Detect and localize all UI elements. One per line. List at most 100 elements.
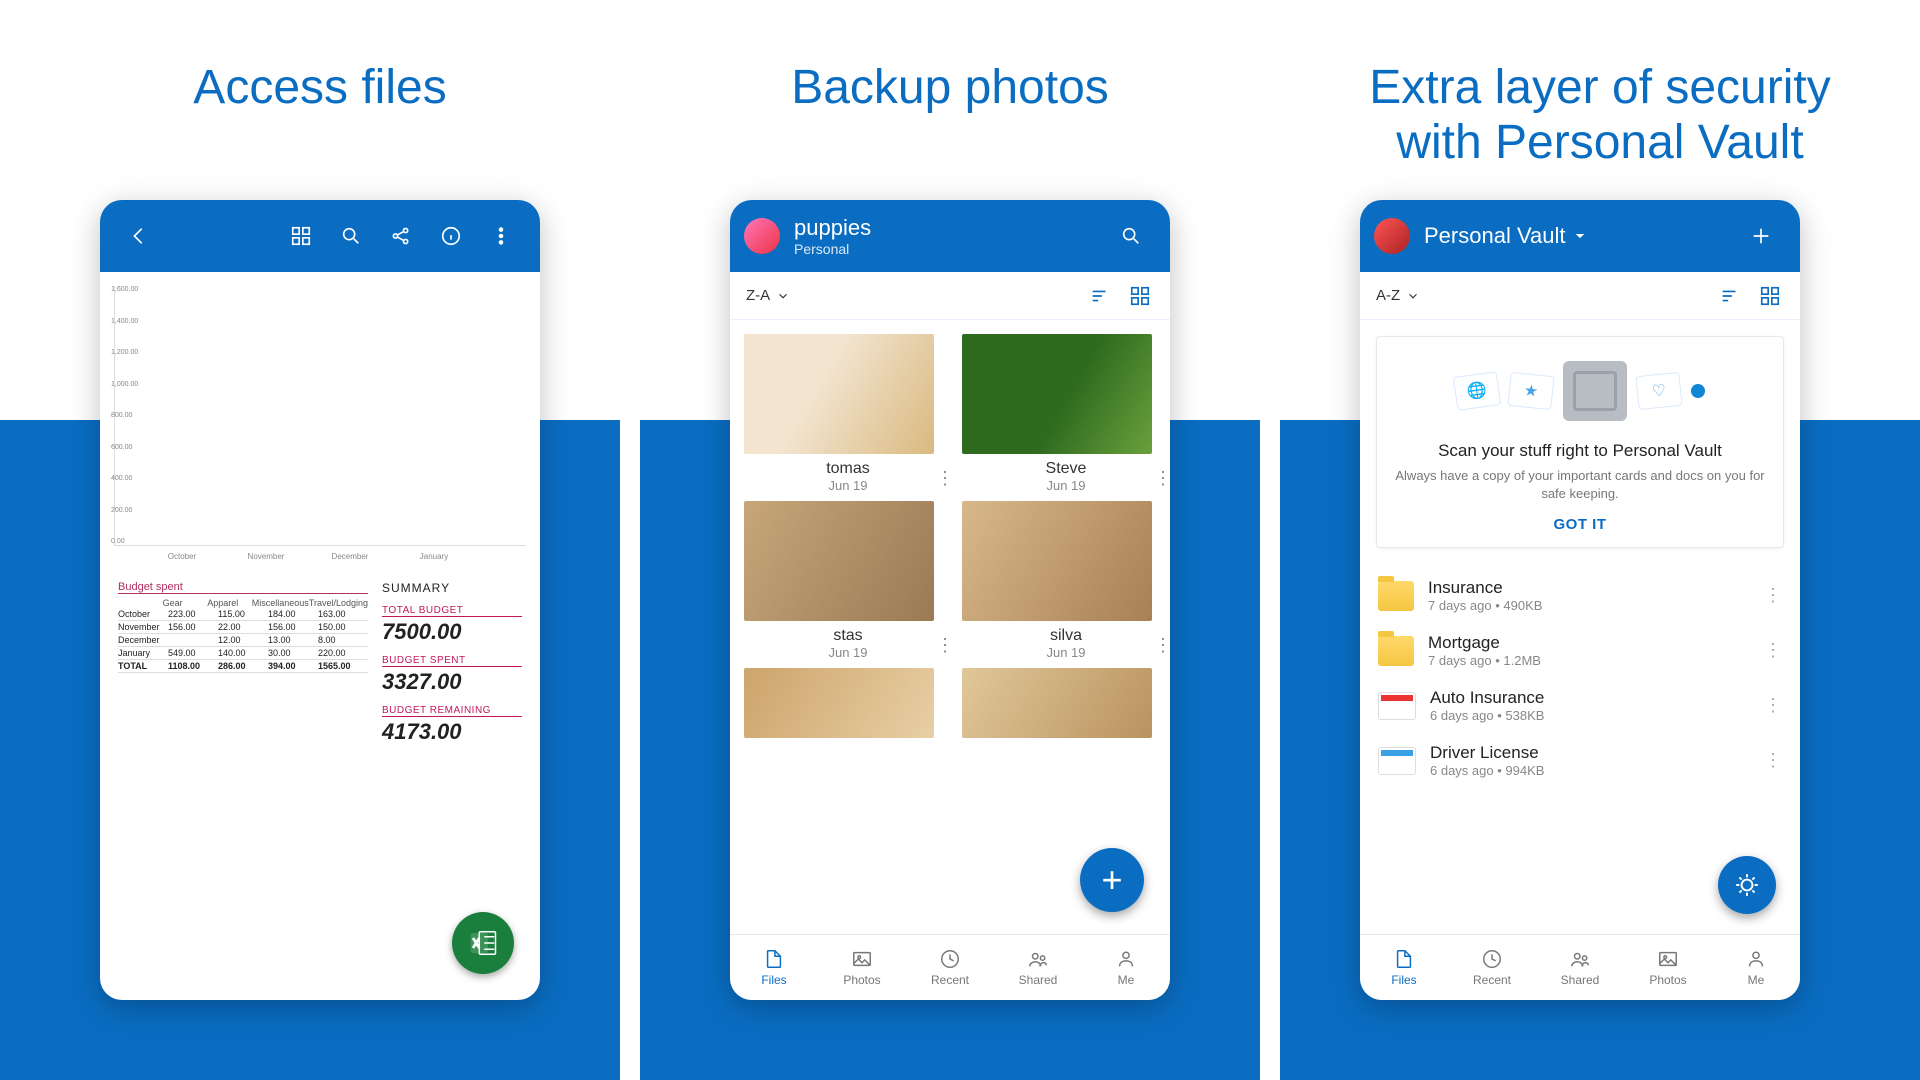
tab-shared[interactable]: Shared: [994, 935, 1082, 1000]
avatar[interactable]: [744, 218, 780, 254]
tab-files[interactable]: Files: [1360, 935, 1448, 1000]
photo-thumbnail[interactable]: [744, 334, 934, 454]
phone-backup-photos: puppies Personal Z-A tomasJun 19⋮SteveJu…: [730, 200, 1170, 1000]
file-meta: 7 days ago • 1.2MB: [1428, 653, 1750, 668]
phone-access-files: 1,600.001,400.001,200.001,000.00800.0060…: [100, 200, 540, 1000]
file-row[interactable]: Insurance7 days ago • 490KB ⋮: [1360, 568, 1800, 623]
budget-spent-value: 3327.00: [382, 666, 522, 695]
folder-icon: [1378, 636, 1414, 666]
search-icon[interactable]: [1116, 221, 1146, 251]
photo-more-icon[interactable]: ⋮: [936, 468, 954, 489]
file-more-icon[interactable]: ⋮: [1764, 750, 1782, 771]
info-icon[interactable]: [436, 221, 466, 251]
appbar-2: puppies Personal: [730, 200, 1170, 272]
sort-lines-icon[interactable]: [1716, 282, 1744, 310]
sort-button[interactable]: Z-A: [746, 287, 790, 304]
tab-photos[interactable]: Photos: [1624, 935, 1712, 1000]
photo-date: Jun 19: [962, 645, 1170, 660]
tab-recent[interactable]: Recent: [906, 935, 994, 1000]
budget-sheet: Budget spent GearApparelMiscellaneousTra…: [100, 567, 540, 759]
add-icon[interactable]: [1746, 221, 1776, 251]
tab-me[interactable]: Me: [1712, 935, 1800, 1000]
overflow-icon[interactable]: [486, 221, 516, 251]
photo-item[interactable]: stasJun 19⋮: [744, 501, 952, 660]
tab-shared[interactable]: Shared: [1536, 935, 1624, 1000]
photo-item[interactable]: [962, 668, 1170, 738]
excel-fab[interactable]: [452, 912, 514, 974]
caption-3-line2: with Personal Vault: [1396, 116, 1803, 169]
photo-date: Jun 19: [962, 478, 1170, 493]
grid-toggle-icon[interactable]: [1756, 282, 1784, 310]
table-columns: GearApparelMiscellaneousTravel/Lodging: [118, 598, 368, 608]
photo-more-icon[interactable]: ⋮: [936, 635, 954, 656]
vault-got-it-button[interactable]: GOT IT: [1391, 516, 1769, 533]
photo-thumbnail[interactable]: [962, 334, 1152, 454]
photo-grid: tomasJun 19⋮SteveJun 19⋮stasJun 19⋮silva…: [730, 320, 1170, 738]
file-meta: 7 days ago • 490KB: [1428, 598, 1750, 613]
file-meta: 6 days ago • 538KB: [1430, 708, 1750, 723]
sort-button[interactable]: A-Z: [1376, 287, 1420, 304]
total-budget-label: TOTAL BUDGET: [382, 605, 522, 616]
photo-name: stas: [744, 627, 952, 645]
grid-view-icon[interactable]: [286, 221, 316, 251]
table-rows: October223.00115.00184.00163.00November1…: [118, 608, 368, 673]
photo-thumbnail[interactable]: [962, 668, 1152, 738]
file-more-icon[interactable]: ⋮: [1764, 585, 1782, 606]
photo-more-icon[interactable]: ⋮: [1154, 635, 1170, 656]
photo-thumbnail[interactable]: [744, 668, 934, 738]
file-name: Auto Insurance: [1430, 688, 1750, 708]
phone1-body: 1,600.001,400.001,200.001,000.00800.0060…: [100, 272, 540, 1000]
card-icon: [1378, 747, 1416, 775]
file-row[interactable]: Driver License6 days ago • 994KB⋮: [1360, 733, 1800, 788]
budget-remaining-value: 4173.00: [382, 716, 522, 745]
budget-spent-label: BUDGET SPENT: [382, 655, 522, 666]
vault-title: Personal Vault: [1424, 223, 1565, 249]
file-name: Insurance: [1428, 578, 1750, 598]
dot-icon: [1691, 384, 1705, 398]
file-more-icon[interactable]: ⋮: [1764, 695, 1782, 716]
grid-toggle-icon[interactable]: [1126, 282, 1154, 310]
photo-more-icon[interactable]: ⋮: [1154, 468, 1170, 489]
safe-icon: [1563, 361, 1627, 421]
sort-label: Z-A: [746, 287, 770, 304]
photo-item[interactable]: [744, 668, 952, 738]
tab-files[interactable]: Files: [730, 935, 818, 1000]
photo-item[interactable]: SteveJun 19⋮: [962, 334, 1170, 493]
phone-personal-vault: Personal Vault A-Z 🌐 ★ ♡: [1360, 200, 1800, 1000]
star-icon: ★: [1507, 372, 1554, 410]
tab-recent[interactable]: Recent: [1448, 935, 1536, 1000]
back-icon[interactable]: [124, 221, 154, 251]
photo-item[interactable]: tomasJun 19⋮: [744, 334, 952, 493]
photo-date: Jun 19: [744, 478, 952, 493]
photo-name: tomas: [744, 460, 952, 478]
tab-photos[interactable]: Photos: [818, 935, 906, 1000]
file-list: Insurance7 days ago • 490KB⋮Mortgage7 da…: [1360, 564, 1800, 792]
tab-me[interactable]: Me: [1082, 935, 1170, 1000]
photo-thumbnail[interactable]: [744, 501, 934, 621]
chart-x-labels: OctoberNovemberDecemberJanuary: [114, 552, 526, 561]
tabbar-3: FilesRecentSharedPhotosMe: [1360, 934, 1800, 1000]
share-icon[interactable]: [386, 221, 416, 251]
file-more-icon[interactable]: ⋮: [1764, 640, 1782, 661]
toolbar-2: Z-A: [730, 272, 1170, 320]
chart-y-labels: 1,600.001,400.001,200.001,000.00800.0060…: [111, 286, 138, 545]
folder-title: puppies: [794, 215, 871, 241]
appbar-3: Personal Vault: [1360, 200, 1800, 272]
photo-name: silva: [962, 627, 1170, 645]
appbar-1: [100, 200, 540, 272]
budget-remaining-label: BUDGET REMAINING: [382, 705, 522, 716]
file-row[interactable]: Auto Insurance6 days ago • 538KB ⋮: [1360, 678, 1800, 733]
file-name: Mortgage: [1428, 633, 1750, 653]
avatar[interactable]: [1374, 218, 1410, 254]
file-meta: 6 days ago • 994KB: [1430, 763, 1750, 778]
photo-item[interactable]: silvaJun 19⋮: [962, 501, 1170, 660]
caption-3: Extra layer of security with Personal Va…: [1300, 60, 1900, 170]
sort-lines-icon[interactable]: [1086, 282, 1114, 310]
file-row[interactable]: Mortgage7 days ago • 1.2MB ⋮: [1360, 623, 1800, 678]
add-fab[interactable]: +: [1080, 848, 1144, 912]
search-icon[interactable]: [336, 221, 366, 251]
photo-thumbnail[interactable]: [962, 501, 1152, 621]
scan-fab[interactable]: [1718, 856, 1776, 914]
photo-name: Steve: [962, 460, 1170, 478]
vault-promo-card: 🌐 ★ ♡ Scan your stuff right to Personal …: [1376, 336, 1784, 548]
